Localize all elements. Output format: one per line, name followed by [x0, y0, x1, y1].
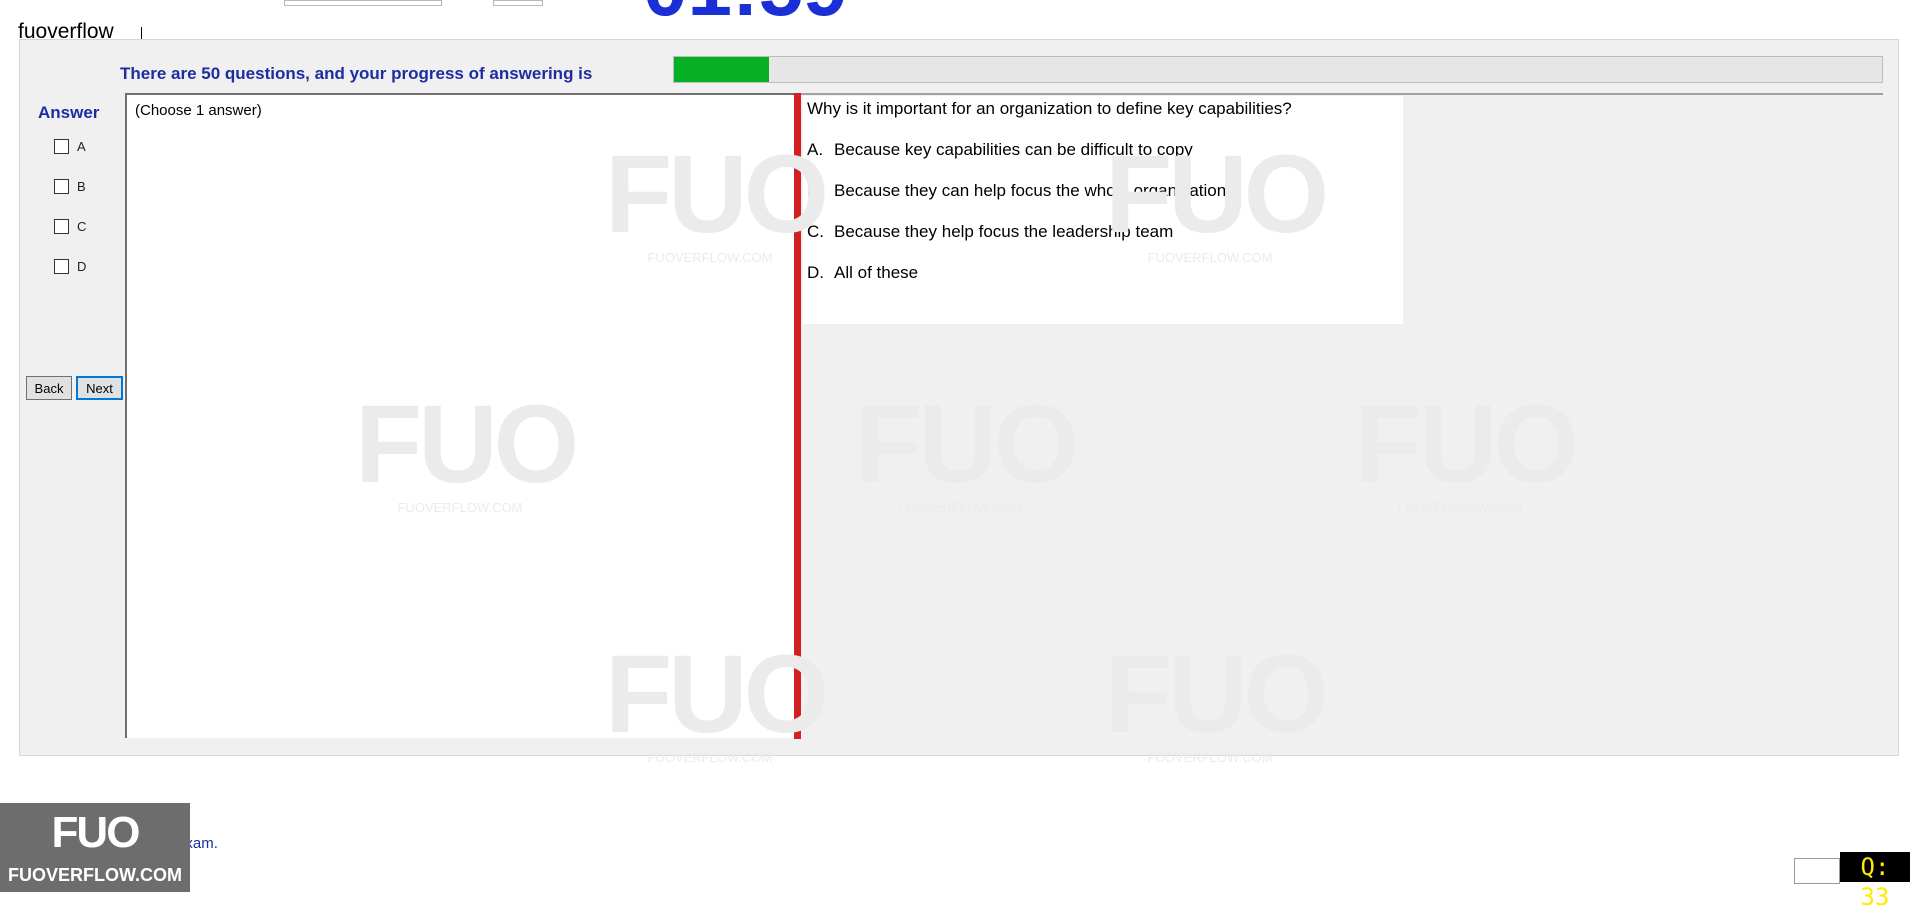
answer-option-c[interactable]: C — [54, 219, 86, 234]
bottom-input-box[interactable] — [1794, 858, 1840, 884]
watermark-logo: FUO FUOVERFLOW.COM — [605, 133, 829, 266]
answer-heading: Answer — [38, 103, 100, 122]
answer-option-label: B — [77, 179, 86, 194]
answer-checkbox-c[interactable] — [54, 219, 69, 234]
answer-option-label: D — [77, 259, 87, 274]
watermark-logo: FUO FUOVERFLOW.COM — [355, 383, 579, 516]
answer-checkbox-a[interactable] — [54, 139, 69, 154]
watermark-logo: FUO FUOVERFLOW.COM — [1355, 383, 1579, 516]
top-dropdown[interactable] — [284, 0, 442, 6]
back-button[interactable]: Back — [26, 376, 72, 400]
watermark-logo: FUO FUOVERFLOW.COM — [1105, 633, 1329, 766]
choice-letter: D. — [807, 263, 824, 282]
answer-option-label: C — [77, 219, 87, 234]
watermark-logo: FUO FUOVERFLOW.COM — [605, 633, 829, 766]
choose-instruction: (Choose 1 answer) — [135, 102, 262, 119]
watermark-logo: FUO FUOVERFLOW.COM — [1105, 133, 1329, 266]
next-button[interactable]: Next — [76, 376, 123, 400]
answer-checkbox-b[interactable] — [54, 179, 69, 194]
logo-mark: FUO — [51, 808, 141, 857]
answer-option-b[interactable]: B — [54, 179, 86, 194]
choice-text: All of these — [834, 263, 919, 282]
answer-option-a[interactable]: A — [54, 139, 86, 154]
watermark-logo: FUO FUOVERFLOW.COM — [855, 383, 1079, 516]
answer-option-label: A — [77, 139, 86, 154]
logo-site-text: FUOVERFLOW.COM — [8, 865, 182, 885]
fuoverflow-logo: FUO FUOVERFLOW.COM — [0, 803, 190, 892]
progress-label: There are 50 questions, and your progres… — [120, 64, 593, 83]
progress-bar — [673, 56, 1883, 83]
answer-checkbox-d[interactable] — [54, 259, 69, 274]
progress-bar-fill — [674, 57, 770, 82]
timer-display: 01:59 — [643, 0, 848, 28]
question-text: Why is it important for an organization … — [807, 99, 1292, 118]
top-small-box[interactable] — [493, 0, 543, 6]
question-number-badge: Q: 33 — [1840, 852, 1910, 911]
answer-option-d[interactable]: D — [54, 259, 86, 274]
choice-d: D. All of these — [807, 263, 918, 283]
